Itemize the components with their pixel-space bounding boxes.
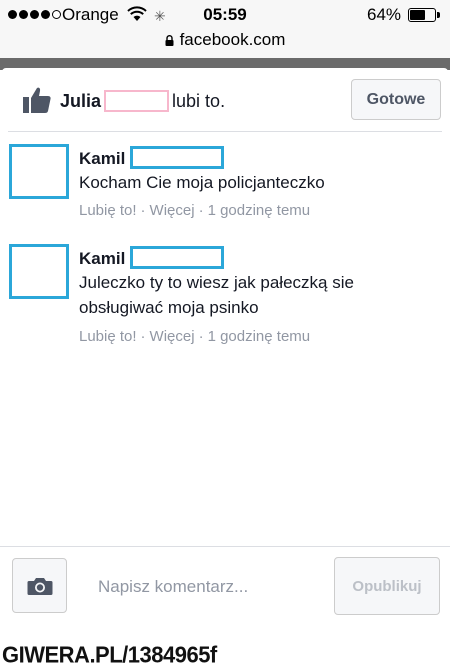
camera-icon bbox=[27, 577, 52, 595]
url-bar[interactable]: facebook.com bbox=[0, 30, 450, 58]
comment-time[interactable]: 1 godzinę temu bbox=[208, 202, 311, 219]
lock-icon bbox=[165, 35, 174, 46]
redaction-box bbox=[130, 146, 225, 169]
battery-icon bbox=[408, 8, 440, 22]
comment-time[interactable]: 1 godzinę temu bbox=[208, 328, 311, 345]
divider bbox=[8, 131, 442, 132]
likes-row: Julia lubi to. Gotowe bbox=[2, 68, 448, 130]
done-button[interactable]: Gotowe bbox=[351, 79, 441, 120]
comment-author[interactable]: Kamil bbox=[79, 146, 225, 169]
comment-author[interactable]: Kamil bbox=[79, 246, 225, 269]
url-display[interactable]: facebook.com bbox=[0, 30, 450, 50]
comment-composer: Opublikuj bbox=[0, 546, 450, 642]
url-text: facebook.com bbox=[179, 30, 286, 49]
comment-text: Juleczko ty to wiesz jak pałeczką sie ob… bbox=[79, 273, 354, 317]
author-name[interactable]: Kamil bbox=[79, 149, 125, 168]
like-comment-link[interactable]: Lubię to! bbox=[79, 328, 137, 345]
avatar[interactable] bbox=[9, 144, 69, 199]
comment-meta: Lubię to! · Więcej · 1 godzinę temu bbox=[79, 202, 311, 219]
author-name[interactable]: Kamil bbox=[79, 249, 125, 268]
more-link[interactable]: Więcej bbox=[150, 202, 195, 219]
post-button[interactable]: Opublikuj bbox=[334, 557, 440, 615]
watermark-text: GIWERA.PL/1384965f bbox=[2, 641, 217, 667]
redaction-box bbox=[130, 246, 225, 269]
camera-button[interactable] bbox=[12, 558, 67, 613]
battery-percent: 64% bbox=[367, 5, 402, 24]
comment-text: Kocham Cie moja policjanteczko bbox=[79, 173, 325, 192]
like-comment-link[interactable]: Lubię to! bbox=[79, 202, 137, 219]
watermark: GIWERA.PL/1384965f bbox=[0, 641, 450, 667]
more-link[interactable]: Więcej bbox=[150, 328, 195, 345]
divider bbox=[0, 546, 450, 547]
comment-item: Kamil Kocham Cie moja policjanteczko Lub… bbox=[2, 142, 448, 232]
thumbs-up-icon bbox=[23, 87, 51, 113]
comment-meta: Lubię to! · Więcej · 1 godzinę temu bbox=[79, 328, 311, 345]
likes-summary: Julia lubi to. bbox=[60, 90, 225, 112]
status-bar: Orange ✳ 05:59 64% bbox=[0, 0, 450, 30]
redaction-box bbox=[104, 90, 170, 112]
comment-item: Kamil Juleczko ty to wiesz jak pałeczką … bbox=[2, 242, 448, 352]
avatar[interactable] bbox=[9, 244, 69, 299]
liker-name[interactable]: Julia bbox=[60, 91, 101, 111]
comment-input[interactable] bbox=[84, 562, 324, 612]
likes-suffix: lubi to. bbox=[172, 91, 226, 111]
